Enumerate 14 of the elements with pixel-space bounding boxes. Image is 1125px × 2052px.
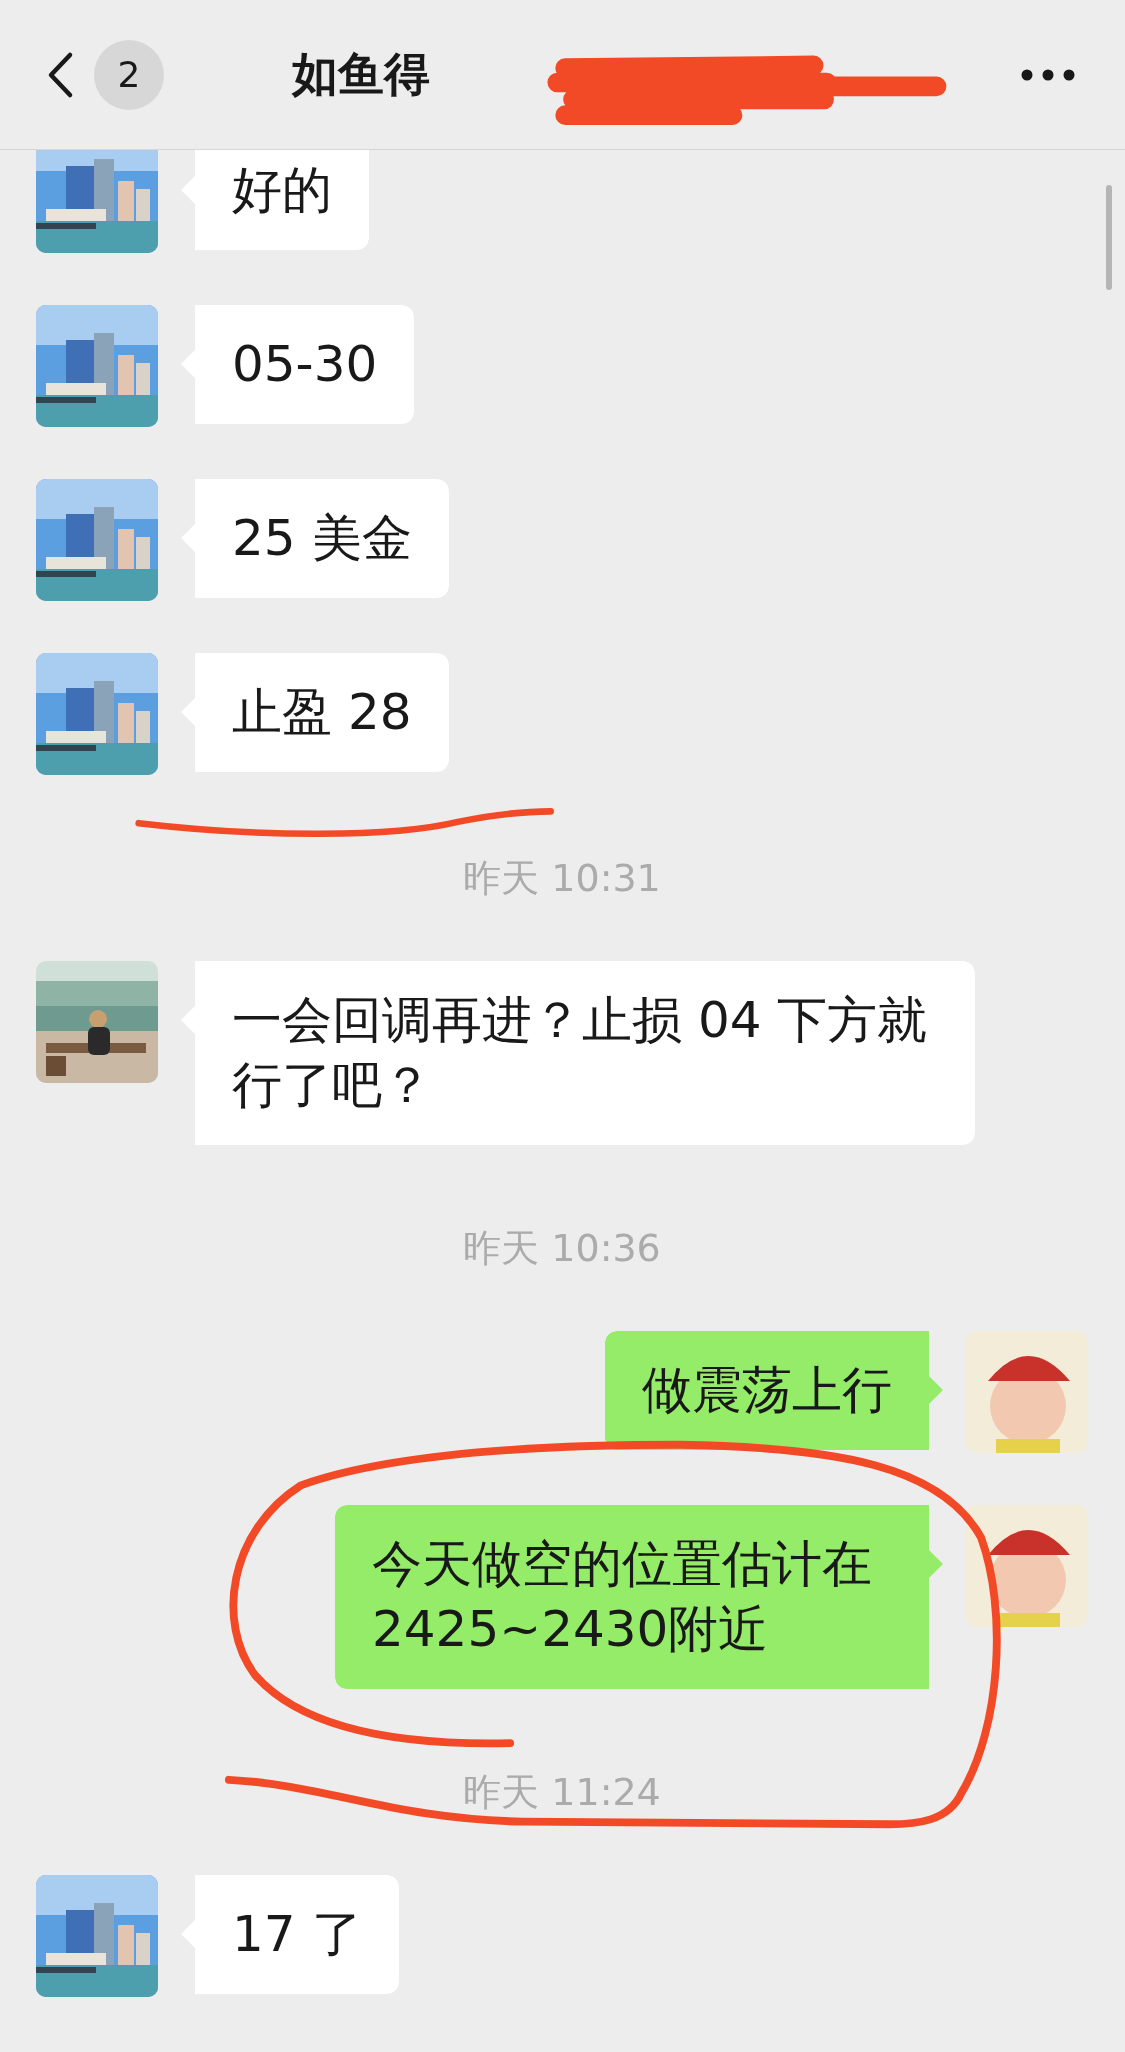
more-icon[interactable]	[1021, 68, 1075, 81]
message-bubble: 一会回调再进？止损 04 下方就行了吧？	[181, 961, 975, 1145]
message-bubble: 止盈 28	[181, 653, 449, 772]
timestamp: 昨天 10:31	[463, 856, 661, 900]
timestamp: 昨天 10:36	[463, 1226, 661, 1270]
unread-badge[interactable]: 2	[94, 39, 164, 110]
message-bubble: 17 了	[181, 1875, 399, 1994]
message-bubble: 05-30	[181, 305, 415, 424]
chat-title: 如鱼得	[292, 45, 430, 103]
timestamp: 昨天 11:24	[463, 1770, 661, 1814]
back-icon[interactable]	[46, 50, 74, 99]
message-bubble: 25 美金	[181, 479, 449, 598]
message-bubble: 今天做空的位置估计在2425~2430附近	[335, 1505, 943, 1689]
message-bubble: 做震荡上行	[605, 1331, 943, 1450]
